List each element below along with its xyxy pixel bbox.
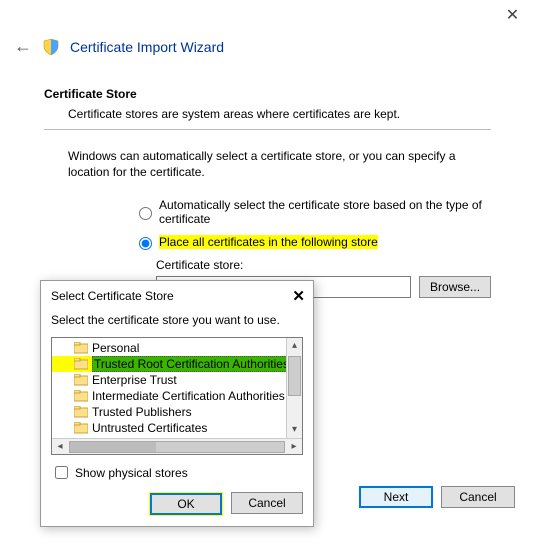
section-subtext: Certificate stores are system areas wher… <box>44 107 491 121</box>
tree-item-label: Enterprise Trust <box>92 373 177 387</box>
tree-item-label: Personal <box>92 341 139 355</box>
tree-item-trusted-root[interactable]: Trusted Root Certification Authorities <box>52 356 302 372</box>
store-label: Certificate store: <box>156 258 491 272</box>
tree-item-label: Trusted Root Certification Authorities <box>92 356 291 372</box>
divider <box>44 129 491 130</box>
back-arrow-icon: ← <box>14 36 32 56</box>
scroll-right-icon[interactable]: ▸ <box>286 441 302 452</box>
radio-manual-input[interactable] <box>139 237 152 250</box>
close-icon: ✕ <box>292 288 305 305</box>
tree-item-personal[interactable]: Personal <box>52 340 302 356</box>
scroll-down-icon[interactable]: ▾ <box>287 422 302 438</box>
select-store-dialog: Select Certificate Store ✕ Select the ce… <box>40 280 314 527</box>
back-button[interactable]: ← <box>14 36 32 57</box>
folder-icon <box>74 374 88 386</box>
tree-item-label: Trusted Publishers <box>92 405 192 419</box>
browse-button[interactable]: Browse... <box>419 276 491 298</box>
dialog-ok-button[interactable]: OK <box>150 493 222 515</box>
intro-text: Windows can automatically select a certi… <box>44 148 491 180</box>
tree-item-enterprise-trust[interactable]: Enterprise Trust <box>52 372 302 388</box>
next-button[interactable]: Next <box>359 486 433 508</box>
tree-item-untrusted-certificates[interactable]: Untrusted Certificates <box>52 420 302 436</box>
folder-icon <box>74 390 88 402</box>
window-close-button[interactable]: ✕ <box>490 0 535 30</box>
radio-auto-input[interactable] <box>139 207 152 220</box>
scroll-left-icon[interactable]: ◂ <box>52 441 68 452</box>
tree-item-intermediate-ca[interactable]: Intermediate Certification Authorities <box>52 388 302 404</box>
folder-icon <box>74 422 88 434</box>
scroll-thumb[interactable] <box>288 356 301 396</box>
dialog-cancel-button[interactable]: Cancel <box>231 492 303 514</box>
section-heading: Certificate Store <box>44 87 491 101</box>
tree-item-label: Untrusted Certificates <box>92 421 207 435</box>
folder-icon <box>74 342 88 354</box>
scroll-thumb[interactable] <box>69 441 285 453</box>
show-physical-stores[interactable]: Show physical stores <box>51 463 303 482</box>
shield-icon <box>42 38 60 56</box>
radio-manual-select[interactable]: Place all certificates in the following … <box>134 234 491 250</box>
folder-icon <box>74 406 88 418</box>
dialog-title: Select Certificate Store <box>51 289 174 303</box>
radio-auto-label: Automatically select the certificate sto… <box>159 198 491 226</box>
scroll-up-icon[interactable]: ▴ <box>287 338 302 354</box>
radio-manual-label: Place all certificates in the following … <box>159 235 378 249</box>
radio-auto-select[interactable]: Automatically select the certificate sto… <box>134 198 491 226</box>
close-icon: ✕ <box>506 5 519 25</box>
dialog-instruction: Select the certificate store you want to… <box>51 313 303 327</box>
show-physical-checkbox[interactable] <box>55 466 68 479</box>
cancel-button[interactable]: Cancel <box>441 486 515 508</box>
show-physical-label: Show physical stores <box>75 466 188 480</box>
tree-item-trusted-publishers[interactable]: Trusted Publishers <box>52 404 302 420</box>
dialog-close-button[interactable]: ✕ <box>292 287 305 305</box>
wizard-title: Certificate Import Wizard <box>70 39 224 55</box>
vertical-scrollbar[interactable]: ▴ ▾ <box>286 338 302 438</box>
store-tree[interactable]: Personal Trusted Root Certification Auth… <box>51 337 303 455</box>
horizontal-scrollbar[interactable]: ◂ ▸ <box>52 438 302 454</box>
folder-icon <box>74 358 88 370</box>
tree-item-label: Intermediate Certification Authorities <box>92 389 285 403</box>
